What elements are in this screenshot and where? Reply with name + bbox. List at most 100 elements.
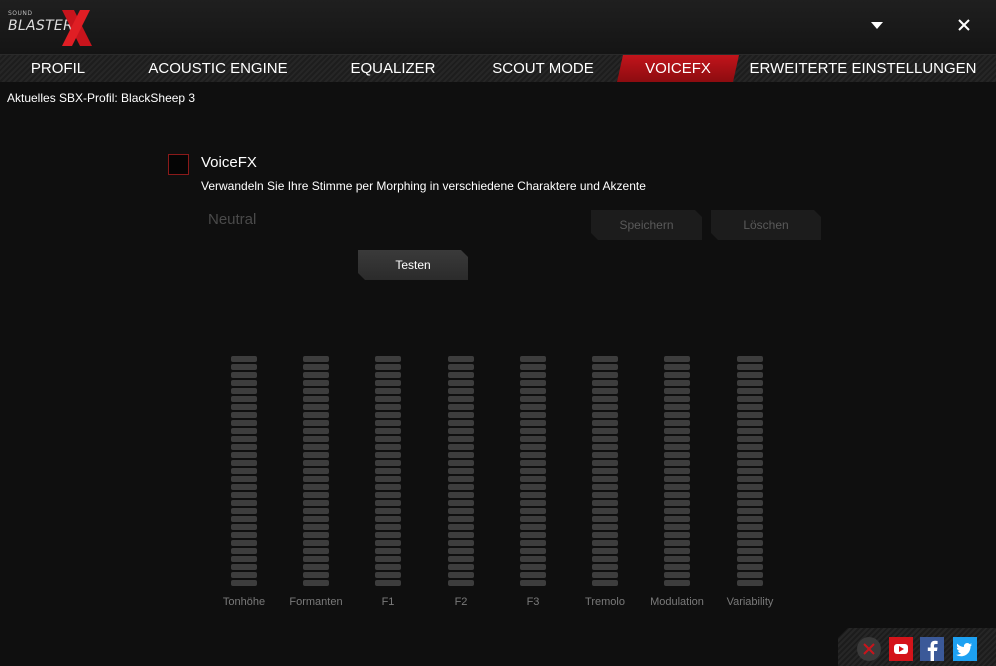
slider-segment	[231, 444, 257, 450]
logo-small-text: SOUND	[8, 10, 33, 17]
slider-segment	[664, 524, 690, 530]
slider-segment	[520, 412, 546, 418]
slider-tonhoehe[interactable]	[231, 356, 257, 590]
twitter-icon[interactable]	[952, 636, 978, 662]
slider-segment	[303, 388, 329, 394]
slider-segment	[448, 556, 474, 562]
save-button[interactable]: Speichern	[591, 210, 702, 240]
slider-segment	[664, 412, 690, 418]
minimize-button[interactable]	[866, 14, 888, 36]
slider-segment	[592, 380, 618, 386]
tab-erweiterte-einstellungen[interactable]: ERWEITERTE EINSTELLUNGEN	[748, 55, 978, 82]
close-circle-icon[interactable]	[856, 636, 882, 662]
slider-segment	[303, 436, 329, 442]
slider-modulation[interactable]	[664, 356, 690, 590]
slider-tremolo[interactable]	[592, 356, 618, 590]
slider-segment	[592, 436, 618, 442]
slider-segment	[448, 524, 474, 530]
slider-segment	[737, 420, 763, 426]
slider-segment	[303, 556, 329, 562]
slider-segment	[231, 436, 257, 442]
slider-segment	[664, 516, 690, 522]
slider-segment	[231, 468, 257, 474]
slider-f1[interactable]	[375, 356, 401, 590]
slider-segment	[231, 380, 257, 386]
slider-segment	[375, 444, 401, 450]
slider-f3[interactable]	[520, 356, 546, 590]
soundblaster-logo: SOUND BLASTER	[6, 6, 96, 48]
test-button[interactable]: Testen	[358, 250, 468, 280]
slider-segment	[664, 508, 690, 514]
slider-segment	[592, 548, 618, 554]
slider-segment	[448, 540, 474, 546]
slider-segment	[664, 484, 690, 490]
slider-segment	[737, 532, 763, 538]
slider-segment	[664, 460, 690, 466]
tab-acoustic-engine[interactable]: ACOUSTIC ENGINE	[130, 55, 306, 82]
voicefx-enable-checkbox[interactable]	[168, 154, 189, 175]
slider-segment	[231, 540, 257, 546]
x-logo-icon	[62, 10, 92, 46]
slider-segment	[737, 468, 763, 474]
slider-segment	[737, 436, 763, 442]
preset-selector[interactable]: Neutral	[208, 211, 256, 228]
facebook-icon[interactable]	[919, 636, 945, 662]
close-button[interactable]	[953, 14, 975, 36]
slider-segment	[375, 532, 401, 538]
slider-segment	[303, 572, 329, 578]
slider-segment	[592, 412, 618, 418]
delete-button[interactable]: Löschen	[711, 210, 821, 240]
slider-segment	[520, 388, 546, 394]
slider-segment	[231, 388, 257, 394]
tab-profil[interactable]: PROFIL	[0, 55, 116, 82]
slider-segment	[520, 436, 546, 442]
slider-segment	[231, 452, 257, 458]
tab-scout-mode[interactable]: SCOUT MODE	[476, 55, 610, 82]
slider-segment	[448, 492, 474, 498]
slider-segment	[520, 580, 546, 586]
slider-segment	[375, 580, 401, 586]
slider-segment	[520, 500, 546, 506]
tab-voicefx[interactable]: VOICEFX	[617, 55, 739, 82]
slider-segment	[664, 500, 690, 506]
slider-segment	[375, 356, 401, 362]
slider-segment	[520, 428, 546, 434]
slider-segment	[231, 564, 257, 570]
slider-formanten[interactable]	[303, 356, 329, 590]
slider-segment	[448, 364, 474, 370]
slider-segment	[664, 404, 690, 410]
slider-segment	[520, 508, 546, 514]
slider-segment	[303, 420, 329, 426]
slider-segment	[231, 396, 257, 402]
slider-segment	[520, 484, 546, 490]
slider-segment	[664, 476, 690, 482]
youtube-icon[interactable]	[888, 636, 914, 662]
slider-segment	[375, 556, 401, 562]
slider-segment	[520, 444, 546, 450]
slider-segment	[448, 388, 474, 394]
slider-segment	[664, 372, 690, 378]
slider-segment	[592, 428, 618, 434]
slider-segment	[231, 532, 257, 538]
tab-equalizer[interactable]: EQUALIZER	[333, 55, 453, 82]
slider-segment	[303, 508, 329, 514]
slider-segment	[520, 548, 546, 554]
slider-segment	[448, 476, 474, 482]
slider-segment	[303, 492, 329, 498]
slider-segment	[231, 556, 257, 562]
slider-segment	[375, 412, 401, 418]
slider-segment	[664, 532, 690, 538]
slider-segment	[737, 372, 763, 378]
slider-segment	[231, 412, 257, 418]
slider-segment	[448, 412, 474, 418]
slider-segment	[520, 476, 546, 482]
slider-segment	[520, 564, 546, 570]
slider-segment	[664, 396, 690, 402]
slider-segment	[737, 564, 763, 570]
slider-segment	[592, 444, 618, 450]
slider-segment	[520, 572, 546, 578]
slider-variability[interactable]	[737, 356, 763, 590]
slider-f2[interactable]	[448, 356, 474, 590]
slider-segment	[520, 380, 546, 386]
slider-segment	[303, 580, 329, 586]
